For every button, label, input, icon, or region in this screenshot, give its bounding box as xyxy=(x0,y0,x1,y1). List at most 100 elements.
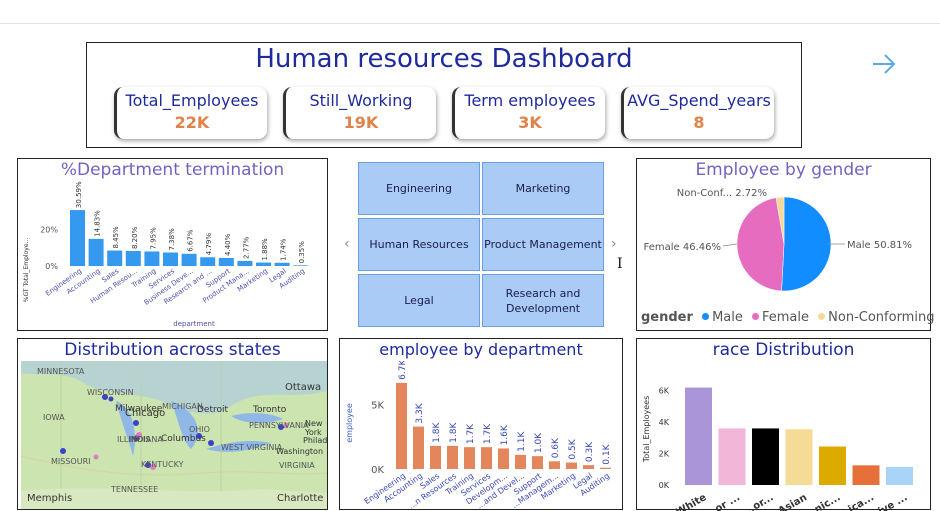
legend-item-non-conforming: Non-Conforming xyxy=(828,310,935,325)
y-axis-label: %GT Total_Employe... xyxy=(23,238,30,303)
pie-slice xyxy=(781,196,832,292)
data-label: 7.38% xyxy=(168,228,176,251)
legend-item-female: Female xyxy=(762,310,810,325)
bar xyxy=(181,253,197,266)
x-tick-label: ...or ... xyxy=(704,492,742,511)
y-tick-label: 2K xyxy=(659,450,670,459)
kpi-label: AVG_Spend_years xyxy=(627,91,771,110)
map-label-ohio: OHIO xyxy=(189,425,210,434)
data-label: 0.35% xyxy=(298,241,306,264)
map-label-washington: Washington xyxy=(276,447,324,456)
map-label-memphis: Memphis xyxy=(27,493,73,504)
data-label: 6.67% xyxy=(187,229,195,252)
kpi-label: Term employees xyxy=(464,91,596,110)
map-label-virginia: VIRGINIA xyxy=(279,461,315,470)
map-label-toronto: Toronto xyxy=(253,405,287,415)
y-tick-label: 0% xyxy=(45,262,58,271)
i-beam-cursor-icon: I xyxy=(617,256,623,272)
bar xyxy=(566,462,577,469)
slicer-next-icon[interactable]: › xyxy=(611,236,617,252)
map-label-west-virginia: WEST VIRGINIA xyxy=(221,443,283,452)
data-label: 7.95% xyxy=(149,227,157,250)
bar xyxy=(237,260,253,266)
kpi-card-avg-spend-years: AVG_Spend_years 8 xyxy=(621,87,774,139)
legend-dot xyxy=(702,313,710,320)
map-label-charlotte: Charlotte xyxy=(277,493,324,504)
slicer-item-product-management[interactable]: Product Management xyxy=(482,218,604,271)
bar xyxy=(125,251,141,266)
bar xyxy=(447,445,458,469)
bar xyxy=(886,466,913,485)
y-axis-label: employee xyxy=(345,403,354,443)
data-label: 1.74% xyxy=(280,238,288,261)
bar xyxy=(583,465,594,469)
pie-slice xyxy=(736,197,785,292)
data-label: 1.7K xyxy=(483,423,493,444)
data-label: 0.3K xyxy=(585,441,595,462)
slice-label: Male 50.81% xyxy=(847,240,912,251)
y-tick-label: 4K xyxy=(659,418,670,427)
gender-pie: Male 50.81% Female 46.46% Non-Conf... 2.72… xyxy=(644,188,912,292)
data-label: 30.59% xyxy=(75,181,83,208)
slicer-prev-icon[interactable]: ‹ xyxy=(344,236,350,252)
slicer-item-marketing[interactable]: Marketing xyxy=(482,162,604,215)
race-distribution-chart: race Distribution Total_Employees 0K 2K 4K 6… xyxy=(636,338,931,511)
bar xyxy=(852,465,880,485)
y-axis-label: Total_Employees xyxy=(642,396,651,463)
data-label: 14.83% xyxy=(94,210,102,237)
data-label: 0.1K xyxy=(602,443,612,464)
dept-termination-chart: %Department termination %GT Total_Employ… xyxy=(17,158,328,331)
slicer-item-research-and-development[interactable]: Research and Development xyxy=(482,274,604,327)
map-label-missouri: MISSOURI xyxy=(51,457,91,466)
y-tick-label: 20% xyxy=(40,225,58,234)
x-tick-label: White xyxy=(674,492,708,511)
bar xyxy=(549,461,560,469)
kpi-value: 8 xyxy=(693,113,705,132)
slicer-item-human-resources[interactable]: Human Resources xyxy=(358,218,480,271)
map-canvas[interactable]: Ottawa MINNESOTA WISCONSIN Milwaukee Chi… xyxy=(21,361,327,509)
kpi-label: Still_Working xyxy=(309,91,413,110)
dept-termination-plot: %GT Total_Employe... 0%20%30.59%Engineeri… xyxy=(23,181,309,328)
kpi-label: Total_Employees xyxy=(125,91,259,110)
map-label-pennsylvania: PENNSYLVANIA xyxy=(249,421,309,430)
data-label: 3.3K xyxy=(415,402,425,423)
legend-dot xyxy=(818,313,826,320)
bar xyxy=(819,446,846,485)
map-label-tennessee: TENNESSEE xyxy=(111,485,159,494)
data-label: 6.7K xyxy=(398,361,408,380)
states-map-visual: Distribution across states Ottawa MINNES… xyxy=(17,338,328,510)
slicer-item-engineering[interactable]: Engineering xyxy=(358,162,480,215)
chart-title: Employee by gender xyxy=(695,160,872,180)
map-label-ottawa: Ottawa xyxy=(285,382,322,393)
y-tick-label: 5K xyxy=(371,401,384,412)
slicer-item-legal[interactable]: Legal xyxy=(358,274,480,327)
bar xyxy=(532,456,543,469)
map-label-columbus: Columbus xyxy=(161,434,206,444)
x-tick-label: ...or... xyxy=(741,492,775,511)
arrow-right-icon[interactable] xyxy=(870,50,898,78)
bar xyxy=(413,426,424,469)
data-label: 4.40% xyxy=(224,233,232,256)
race-distribution-plot: Total_Employees 0K 2K 4K 6K White...or ......… xyxy=(642,387,913,511)
data-label: 1.8K xyxy=(432,422,442,443)
map-label-new-york: New York xyxy=(305,419,323,437)
bar xyxy=(200,257,216,266)
map-label-iowa: IOWA xyxy=(43,413,65,422)
data-label: 1.88% xyxy=(261,238,269,261)
leader-line xyxy=(722,243,738,247)
employee-by-department-chart: employee by department employee 0K 5K 6.7K E… xyxy=(339,338,623,511)
map-label-indiana: INDIANA xyxy=(129,435,163,444)
y-tick-label: 0K xyxy=(659,481,670,490)
kpi-value: 19K xyxy=(343,113,379,132)
bar xyxy=(218,257,234,266)
data-label: 4.79% xyxy=(205,233,213,256)
data-label: 8.20% xyxy=(131,226,139,249)
data-label: 1.7K xyxy=(466,423,476,444)
bar xyxy=(600,467,611,469)
bar xyxy=(752,428,779,485)
kpi-card-term-employees: Term employees 3K xyxy=(452,87,605,139)
bar xyxy=(256,262,271,266)
page-title: Human resources Dashboard xyxy=(255,44,633,74)
slice-label: Female 46.46% xyxy=(644,242,721,253)
map-label-kentucky: KENTUCKY xyxy=(141,460,184,469)
